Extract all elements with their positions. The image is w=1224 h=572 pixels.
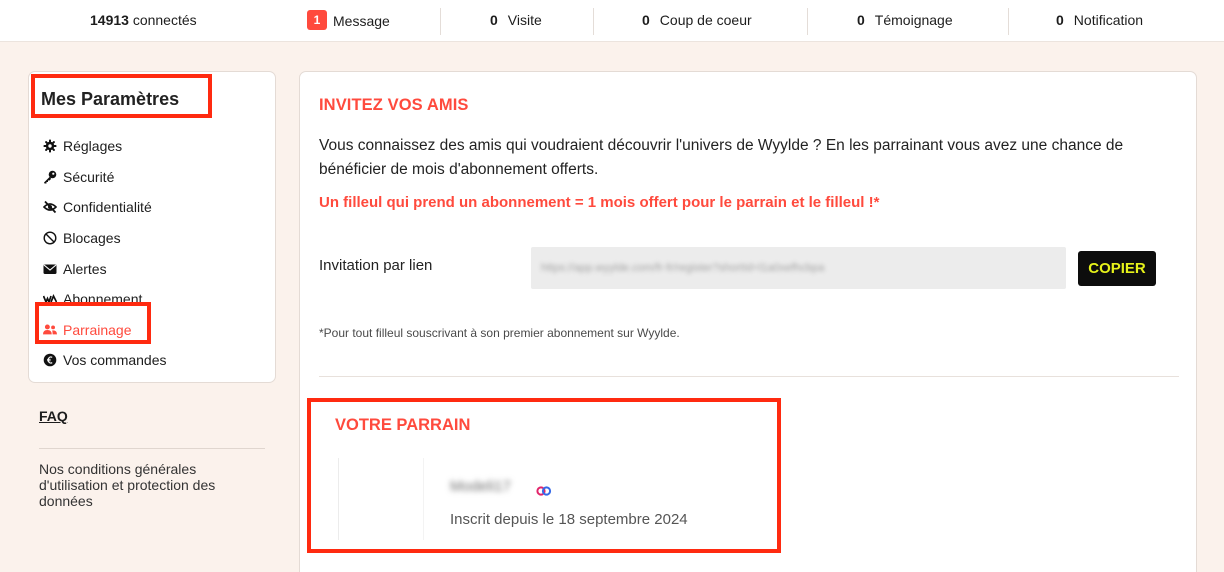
copy-link-button[interactable]: COPIER — [1078, 251, 1156, 286]
invitation-link-label: Invitation par lien — [319, 257, 433, 274]
sidebar-item-alertes[interactable]: Alertes — [43, 253, 167, 284]
envelope-icon — [43, 262, 57, 276]
users-icon — [43, 323, 57, 337]
favorites-label: Coup de coeur — [659, 12, 752, 28]
referral-panel: INVITEZ VOS AMIS Vous connaissez des ami… — [299, 71, 1197, 572]
nav-testimonials[interactable]: 0 Témoignage — [857, 12, 953, 28]
invite-description: Vous connaissez des amis qui voudraient … — [319, 137, 1124, 178]
nav-divider — [440, 8, 441, 35]
messages-label: Message — [333, 13, 390, 29]
messages-badge: 1 — [307, 10, 327, 30]
sidebar-divider — [39, 448, 265, 449]
nav-notifications[interactable]: 0 Notification — [1056, 12, 1143, 28]
gear-icon — [43, 139, 57, 153]
wyylde-logo-icon — [43, 292, 57, 306]
sidebar-title: Mes Paramètres — [31, 74, 212, 118]
nav-divider — [807, 8, 808, 35]
sidebar-item-reglages[interactable]: Réglages — [43, 131, 167, 162]
sidebar-item-label: Sécurité — [63, 168, 115, 185]
settings-menu: Réglages Sécurité Confidentialité Blocag… — [43, 131, 167, 376]
sidebar-item-label: Vos commandes — [63, 352, 167, 369]
top-bar: 14913 connectés 1 Message 0 Visite 0 Cou… — [0, 0, 1224, 42]
sidebar-item-label: Parrainage — [63, 321, 132, 338]
section-divider — [319, 376, 1179, 377]
sidebar-item-label: Alertes — [63, 260, 107, 277]
sponsor-member-since: Inscrit depuis le 18 septembre 2024 — [450, 511, 688, 528]
nav-divider — [593, 8, 594, 35]
euro-icon — [43, 353, 57, 367]
sidebar-item-label: Abonnement — [63, 291, 143, 308]
invite-title: INVITEZ VOS AMIS — [319, 96, 469, 114]
sidebar-item-abonnement[interactable]: Abonnement — [43, 284, 167, 315]
sidebar-item-label: Réglages — [63, 138, 123, 155]
testimonials-count: 0 — [857, 12, 865, 28]
online-label: connectés — [132, 12, 197, 28]
notifications-label: Notification — [1073, 12, 1144, 28]
visits-label: Visite — [507, 12, 542, 28]
key-icon — [43, 170, 57, 184]
nav-favorites[interactable]: 0 Coup de coeur — [642, 12, 752, 28]
ban-icon — [43, 231, 57, 245]
nav-divider — [1008, 8, 1009, 35]
sidebar-item-vos-commandes[interactable]: Vos commandes — [43, 345, 167, 376]
testimonials-label: Témoignage — [874, 12, 953, 28]
sidebar-item-label: Blocages — [63, 230, 121, 247]
sidebar-item-label: Confidentialité — [63, 199, 152, 216]
faq-link[interactable]: FAQ — [39, 408, 68, 424]
invitation-link-field[interactable] — [531, 247, 1066, 289]
referral-promo: Un filleul qui prend un abonnement = 1 m… — [319, 194, 880, 211]
sidebar-item-parrainage[interactable]: Parrainage — [43, 315, 167, 346]
online-count: 14913 — [90, 12, 129, 28]
terms-link[interactable]: Nos conditions générales d'utilisation e… — [39, 461, 249, 509]
sidebar-item-confidentialite[interactable]: Confidentialité — [43, 192, 167, 223]
settings-sidebar: Mes Paramètres Réglages Sécurité Confide… — [28, 71, 276, 383]
notifications-count: 0 — [1056, 12, 1064, 28]
eye-slash-icon — [43, 200, 57, 214]
sidebar-item-securite[interactable]: Sécurité — [43, 162, 167, 193]
sponsor-title: VOTRE PARRAIN — [335, 416, 471, 434]
sponsor-avatar[interactable] — [338, 458, 424, 540]
favorites-count: 0 — [642, 12, 650, 28]
nav-visits[interactable]: 0 Visite — [490, 12, 542, 28]
visits-count: 0 — [490, 12, 498, 28]
sponsor-name[interactable]: Modeli17 — [450, 478, 511, 495]
nav-messages[interactable]: 1 Message — [307, 10, 390, 30]
online-counter: 14913 connectés — [90, 12, 197, 28]
sidebar-item-blocages[interactable]: Blocages — [43, 223, 167, 254]
couple-rings-icon — [536, 483, 552, 496]
referral-footnote: *Pour tout filleul souscrivant à son pre… — [319, 326, 680, 340]
